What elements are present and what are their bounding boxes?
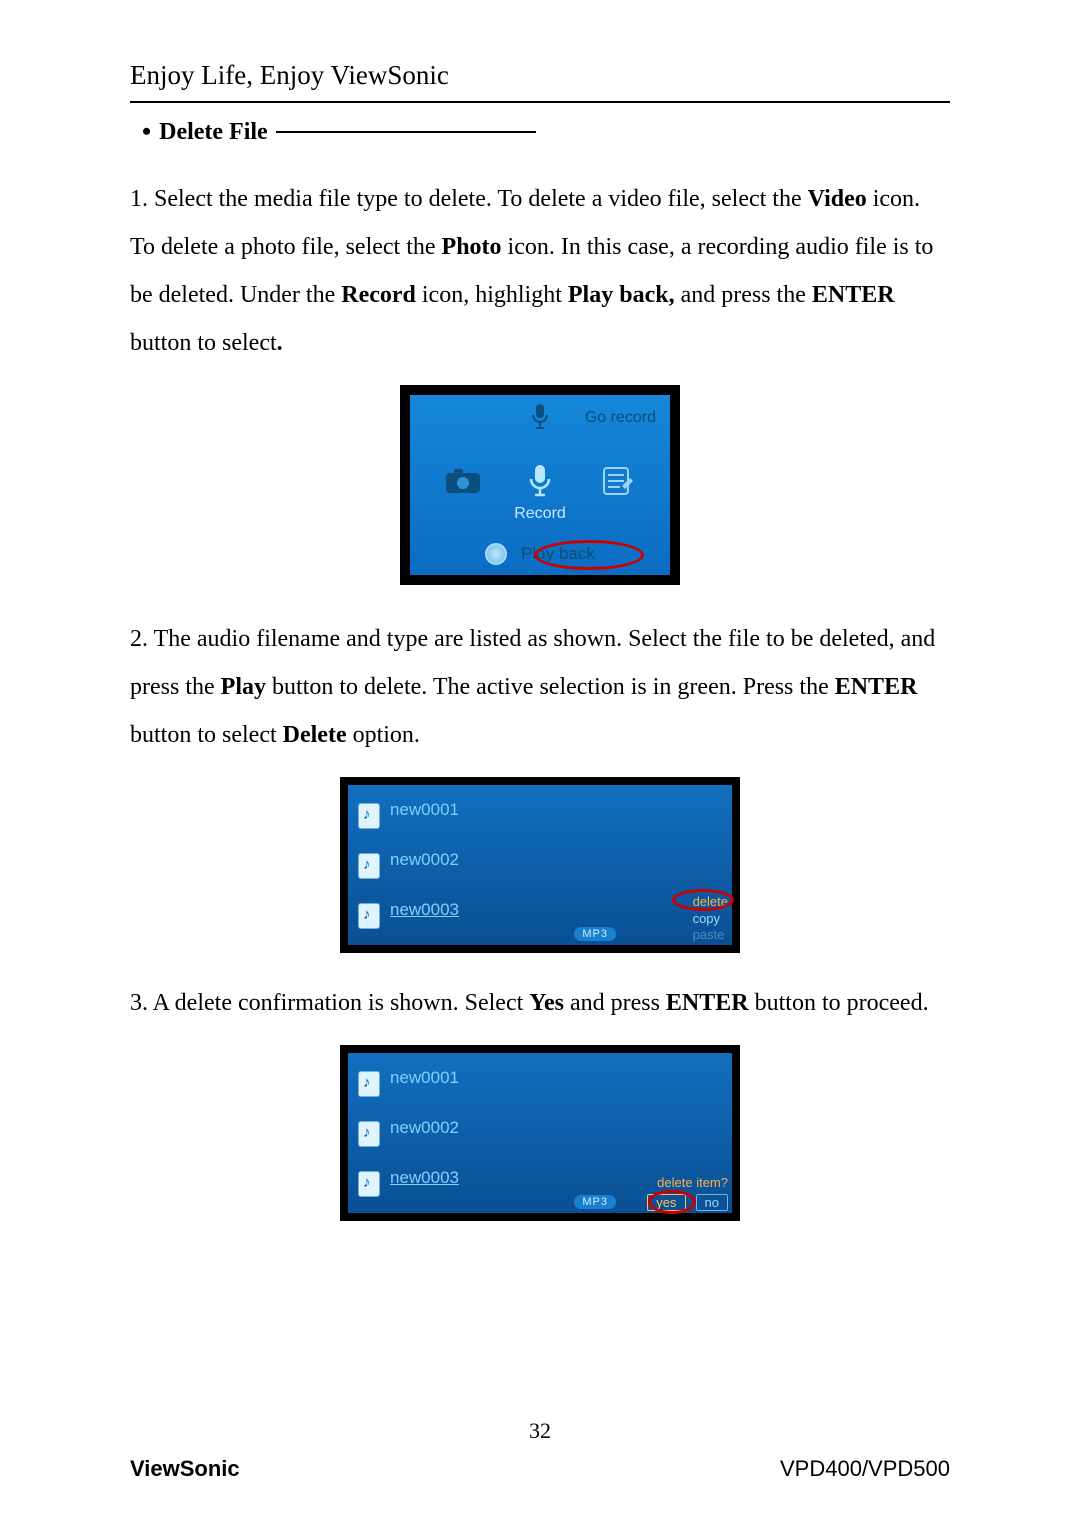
camera-icon [443,463,483,499]
ctx-copy: copy [693,911,728,927]
step-2-text: 2. The audio filename and type are liste… [130,615,950,759]
music-file-icon [358,1071,380,1097]
confirm-question: delete item? [647,1175,728,1190]
step3-tail: button to proceed. [755,990,929,1016]
file-name: new0003 [390,1168,459,1188]
filetype-badge: MP3 [574,927,616,941]
step3-yes: Yes [529,990,564,1016]
file-row: new0002 [352,841,728,891]
step2-delete: Delete [283,722,347,748]
go-record-label: Go record [585,409,656,427]
step1-period: . [277,330,283,356]
section-delete-file: • Delete File [142,117,950,147]
mic-small-icon [530,403,550,431]
section-title: Delete File [159,119,268,146]
file-row-selected: new0003 [352,891,728,941]
header-rule [130,101,950,103]
footer-brand: ViewSonic [130,1456,240,1482]
step1-tail: button to select [130,330,277,356]
step1-playback: Play back, [568,282,675,308]
music-file-icon [358,803,380,829]
music-file-icon [358,903,380,929]
step1-video: Video [808,186,867,212]
step2-play: Play [221,674,266,700]
playback-circle-icon [485,543,507,565]
step1-m4: and press the [681,282,812,308]
ctx-delete: delete [693,894,728,910]
page-footer: ViewSonic VPD400/VPD500 [130,1456,950,1482]
confirm-no: no [696,1194,728,1211]
step3-enter: ENTER [666,990,749,1016]
step1-m3: icon, highlight [422,282,568,308]
playback-label: Play back [521,544,595,564]
file-row: new0001 [352,1059,728,1109]
step1-photo: Photo [442,234,502,260]
step3-mid: and press [570,990,666,1016]
figure-file-list-context-screen: new0001 new0002 new0003 MP3 delete copy … [348,785,732,945]
header-tagline: Enjoy Life, Enjoy ViewSonic [130,60,950,91]
file-name: new0003 [390,900,459,920]
record-label: Record [514,505,566,523]
mic-icon [520,463,560,499]
context-menu: delete copy paste [693,894,728,943]
filetype-badge: MP3 [574,1195,616,1209]
music-file-icon [358,1121,380,1147]
confirm-yes: yes [647,1194,685,1211]
footer-model: VPD400/VPD500 [780,1456,950,1482]
step1-prefix: 1. Select the media file type to delete.… [130,186,808,212]
step-1-text: 1. Select the media file type to delete.… [130,175,950,367]
music-file-icon [358,853,380,879]
music-file-icon [358,1171,380,1197]
file-name: new0002 [390,1118,459,1138]
figure-file-list-confirm: new0001 new0002 new0003 MP3 delete item?… [340,1045,740,1221]
confirm-dialog: delete item? yes no [647,1175,728,1211]
file-row: new0002 [352,1109,728,1159]
file-row: new0001 [352,791,728,841]
bullet-icon: • [142,117,151,147]
step2-tail: option. [353,722,420,748]
step2-m1: button to delete. The active selection i… [272,674,835,700]
figure-file-list-context: new0001 new0002 new0003 MP3 delete copy … [340,777,740,953]
step1-enter: ENTER [812,282,895,308]
figure-record-menu-screen: Go record Record Play back [410,395,670,575]
step2-enter: ENTER [835,674,918,700]
step2-m2: button to select [130,722,283,748]
figure-file-list-confirm-screen: new0001 new0002 new0003 MP3 delete item?… [348,1053,732,1213]
page-number: 32 [0,1418,1080,1444]
file-name: new0001 [390,1068,459,1088]
file-name: new0002 [390,850,459,870]
figure-record-menu: Go record Record Play back [400,385,680,585]
file-name: new0001 [390,800,459,820]
section-title-rule [276,131,536,133]
step1-record: Record [341,282,416,308]
step-3-text: 3. A delete confirmation is shown. Selec… [130,979,950,1027]
notepad-icon [597,463,637,499]
step3-prefix: 3. A delete confirmation is shown. Selec… [130,990,529,1016]
ctx-paste: paste [693,927,728,943]
